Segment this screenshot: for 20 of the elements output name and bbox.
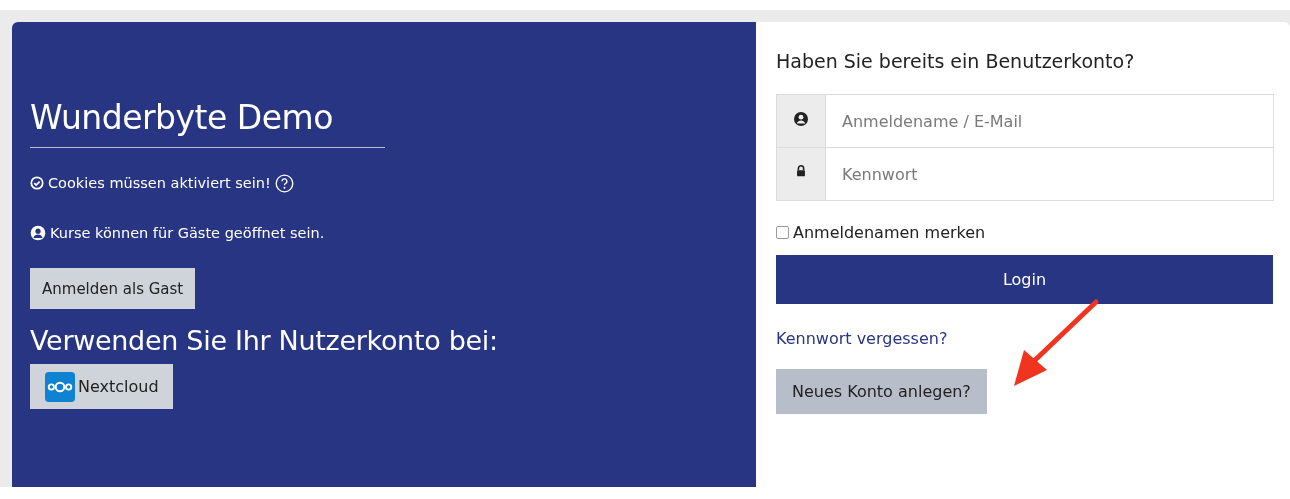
input-field[interactable]: Kennwort bbox=[826, 147, 1274, 201]
help-icon[interactable] bbox=[274, 173, 294, 193]
input-field[interactable]: Anmeldename / E-Mail bbox=[826, 94, 1274, 148]
signup-button[interactable]: Neues Konto anlegen? bbox=[776, 369, 987, 414]
site-title: Wunderbyte Demo bbox=[30, 98, 385, 148]
forgot-password-link[interactable]: Kennwort vergessen? bbox=[776, 329, 948, 348]
checkbox[interactable] bbox=[776, 226, 789, 239]
provider-button[interactable]: Nextcloud bbox=[30, 364, 173, 409]
providers-heading: Verwenden Sie Ihr Nutzerkonto bei: bbox=[30, 325, 499, 356]
check-circle-icon bbox=[30, 176, 44, 190]
notice-text: Cookies müssen aktiviert sein! bbox=[48, 175, 271, 191]
notice-text: Kurse können für Gäste geöffnet sein. bbox=[50, 225, 325, 241]
user-circle-icon bbox=[793, 111, 809, 127]
login-button[interactable]: Login bbox=[776, 255, 1273, 304]
guest-login-button[interactable]: Anmelden als Gast bbox=[30, 268, 196, 309]
login-heading: Haben Sie bereits ein Benutzerkonto? bbox=[776, 50, 1135, 72]
user-circle-icon bbox=[30, 225, 46, 241]
lock-icon bbox=[794, 164, 808, 178]
checkbox-label[interactable]: Anmeldenamen merken bbox=[793, 223, 986, 242]
rings-logo-icon bbox=[45, 371, 75, 402]
